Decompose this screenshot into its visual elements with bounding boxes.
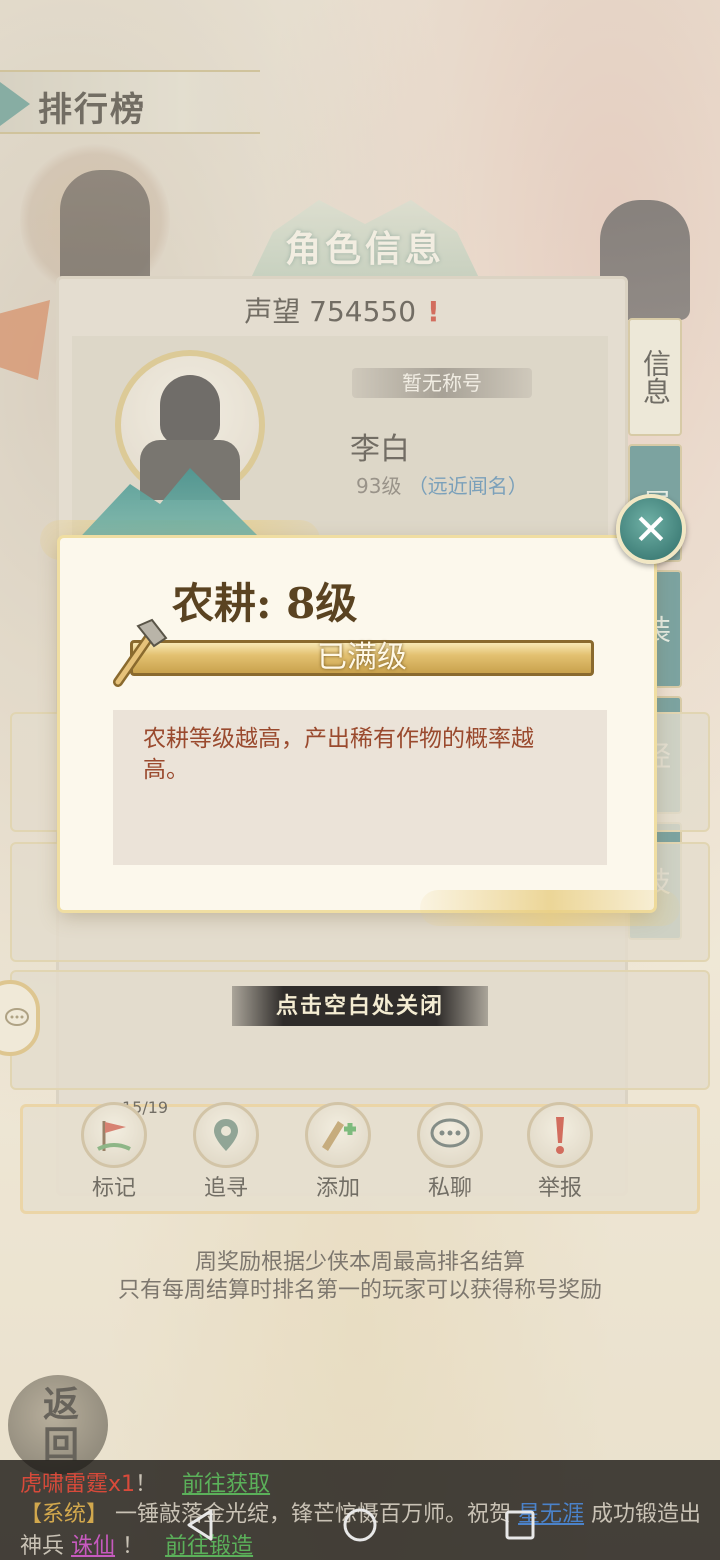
home-nav-icon[interactable] [335,1500,385,1550]
back-nav-icon[interactable] [175,1500,225,1550]
skill-description: 农耕等级越高，产出稀有作物的概率越高。 [113,710,607,865]
axe-icon [108,616,178,688]
skill-level-bar: 已满级 [130,640,594,676]
recents-nav-icon[interactable] [495,1500,545,1550]
close-button[interactable]: ✕ [616,494,686,564]
popup-cloud-decoration-bottom [420,890,680,926]
system-nav-bar [0,1490,720,1560]
skill-title: 农耕: 8级 [172,579,358,628]
close-icon: ✕ [633,504,669,554]
tap-to-close-hint[interactable]: 点击空白处关闭 [232,986,488,1026]
